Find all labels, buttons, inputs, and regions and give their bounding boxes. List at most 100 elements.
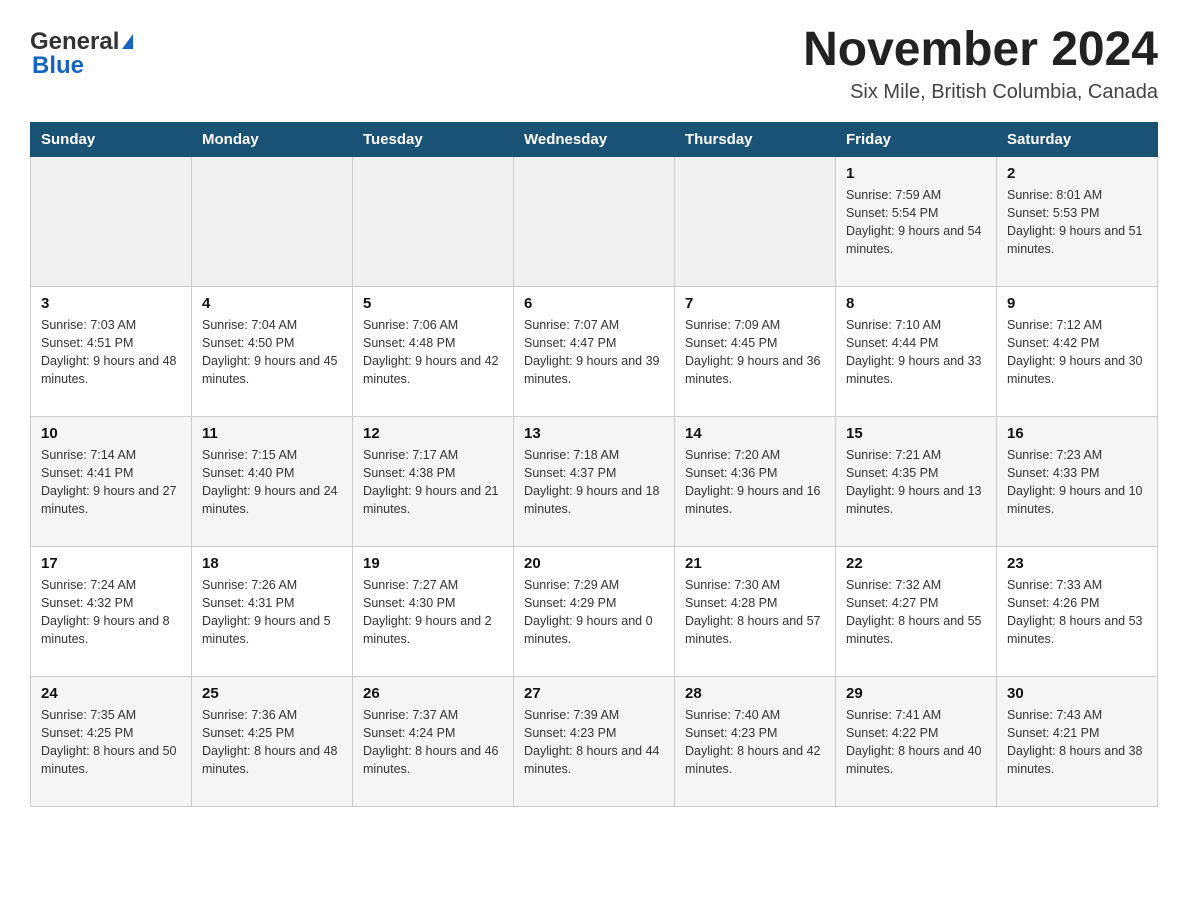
day-number: 24 — [41, 685, 181, 702]
calendar-cell: 24Sunrise: 7:35 AMSunset: 4:25 PMDayligh… — [31, 676, 192, 806]
day-info: Sunrise: 7:43 AMSunset: 4:21 PMDaylight:… — [1007, 706, 1147, 779]
calendar-cell: 17Sunrise: 7:24 AMSunset: 4:32 PMDayligh… — [31, 546, 192, 676]
calendar-cell: 9Sunrise: 7:12 AMSunset: 4:42 PMDaylight… — [997, 286, 1158, 416]
day-number: 12 — [363, 425, 503, 442]
calendar-cell: 14Sunrise: 7:20 AMSunset: 4:36 PMDayligh… — [675, 416, 836, 546]
day-number: 28 — [685, 685, 825, 702]
calendar-cell: 3 Sunrise: 7:03 AMSunset: 4:51 PMDaylight… — [31, 286, 192, 416]
logo-blue-text: Blue — [32, 52, 84, 80]
day-info: Sunrise: 7:15 AMSunset: 4:40 PMDaylight:… — [202, 446, 342, 519]
day-number: 8 — [846, 295, 986, 312]
calendar-cell: 26Sunrise: 7:37 AMSunset: 4:24 PMDayligh… — [353, 676, 514, 806]
weekday-header-wednesday: Wednesday — [514, 122, 675, 156]
calendar-cell: 7 Sunrise: 7:09 AMSunset: 4:45 PMDaylight… — [675, 286, 836, 416]
day-info: Sunrise: 7:17 AMSunset: 4:38 PMDaylight:… — [363, 446, 503, 519]
calendar-cell: 8 Sunrise: 7:10 AMSunset: 4:44 PMDaylight… — [836, 286, 997, 416]
calendar-cell: 23Sunrise: 7:33 AMSunset: 4:26 PMDayligh… — [997, 546, 1158, 676]
calendar-week-3: 10 Sunrise: 7:14 AMSunset: 4:41 PMDayligh… — [31, 416, 1158, 546]
weekday-header-friday: Friday — [836, 122, 997, 156]
day-info: Sunrise: 7:37 AMSunset: 4:24 PMDaylight:… — [363, 706, 503, 779]
day-number: 22 — [846, 555, 986, 572]
calendar-cell: 13 Sunrise: 7:18 AMSunset: 4:37 PMDayligh… — [514, 416, 675, 546]
day-number: 23 — [1007, 555, 1147, 572]
calendar-cell — [353, 156, 514, 286]
day-number: 19 — [363, 555, 503, 572]
calendar-cell: 29Sunrise: 7:41 AMSunset: 4:22 PMDayligh… — [836, 676, 997, 806]
day-info: Sunrise: 7:06 AMSunset: 4:48 PMDaylight:… — [363, 316, 503, 389]
day-number: 30 — [1007, 685, 1147, 702]
day-number: 6 — [524, 295, 664, 312]
weekday-header-row: SundayMondayTuesdayWednesdayThursdayFrid… — [31, 122, 1158, 156]
day-number: 7 — [685, 295, 825, 312]
day-number: 15 — [846, 425, 986, 442]
day-info: Sunrise: 7:07 AMSunset: 4:47 PMDaylight:… — [524, 316, 664, 389]
weekday-header-thursday: Thursday — [675, 122, 836, 156]
calendar-cell: 16 Sunrise: 7:23 AMSunset: 4:33 PMDayligh… — [997, 416, 1158, 546]
logo: General Blue — [30, 24, 133, 80]
day-info: Sunrise: 7:14 AMSunset: 4:41 PMDaylight:… — [41, 446, 181, 519]
day-info: Sunrise: 7:40 AMSunset: 4:23 PMDaylight:… — [685, 706, 825, 779]
calendar-cell: 30 Sunrise: 7:43 AMSunset: 4:21 PMDayligh… — [997, 676, 1158, 806]
calendar-cell: 10 Sunrise: 7:14 AMSunset: 4:41 PMDayligh… — [31, 416, 192, 546]
calendar-cell: 6 Sunrise: 7:07 AMSunset: 4:47 PMDaylight… — [514, 286, 675, 416]
day-number: 2 — [1007, 165, 1147, 182]
calendar-cell: 18 Sunrise: 7:26 AMSunset: 4:31 PMDayligh… — [192, 546, 353, 676]
day-number: 25 — [202, 685, 342, 702]
day-info: Sunrise: 7:10 AMSunset: 4:44 PMDaylight:… — [846, 316, 986, 389]
title-block: November 2024 Six Mile, British Columbia… — [803, 24, 1158, 104]
calendar-cell — [514, 156, 675, 286]
day-number: 11 — [202, 425, 342, 442]
day-info: Sunrise: 7:27 AMSunset: 4:30 PMDaylight:… — [363, 576, 503, 649]
calendar-cell: 4 Sunrise: 7:04 AMSunset: 4:50 PMDaylight… — [192, 286, 353, 416]
location-subtitle: Six Mile, British Columbia, Canada — [803, 81, 1158, 104]
day-number: 10 — [41, 425, 181, 442]
day-number: 3 — [41, 295, 181, 312]
day-number: 16 — [1007, 425, 1147, 442]
day-info: Sunrise: 7:39 AMSunset: 4:23 PMDaylight:… — [524, 706, 664, 779]
calendar-cell: 15 Sunrise: 7:21 AMSunset: 4:35 PMDayligh… — [836, 416, 997, 546]
day-info: Sunrise: 7:30 AMSunset: 4:28 PMDaylight:… — [685, 576, 825, 649]
day-info: Sunrise: 7:29 AMSunset: 4:29 PMDaylight:… — [524, 576, 664, 649]
day-number: 13 — [524, 425, 664, 442]
calendar-cell: 5 Sunrise: 7:06 AMSunset: 4:48 PMDaylight… — [353, 286, 514, 416]
day-number: 4 — [202, 295, 342, 312]
day-info: Sunrise: 7:04 AMSunset: 4:50 PMDaylight:… — [202, 316, 342, 389]
calendar-cell: 11 Sunrise: 7:15 AMSunset: 4:40 PMDayligh… — [192, 416, 353, 546]
day-info: Sunrise: 7:03 AMSunset: 4:51 PMDaylight:… — [41, 316, 181, 389]
calendar-week-1: 1Sunrise: 7:59 AMSunset: 5:54 PMDaylight… — [31, 156, 1158, 286]
calendar-cell: 12 Sunrise: 7:17 AMSunset: 4:38 PMDayligh… — [353, 416, 514, 546]
day-number: 1 — [846, 165, 986, 182]
calendar-cell — [675, 156, 836, 286]
day-info: Sunrise: 8:01 AMSunset: 5:53 PMDaylight:… — [1007, 186, 1147, 259]
calendar-week-5: 24Sunrise: 7:35 AMSunset: 4:25 PMDayligh… — [31, 676, 1158, 806]
day-info: Sunrise: 7:26 AMSunset: 4:31 PMDaylight:… — [202, 576, 342, 649]
calendar-week-2: 3 Sunrise: 7:03 AMSunset: 4:51 PMDaylight… — [31, 286, 1158, 416]
calendar-table: SundayMondayTuesdayWednesdayThursdayFrid… — [30, 122, 1158, 807]
day-number: 9 — [1007, 295, 1147, 312]
weekday-header-sunday: Sunday — [31, 122, 192, 156]
day-number: 27 — [524, 685, 664, 702]
calendar-cell: 27 Sunrise: 7:39 AMSunset: 4:23 PMDayligh… — [514, 676, 675, 806]
day-info: Sunrise: 7:09 AMSunset: 4:45 PMDaylight:… — [685, 316, 825, 389]
day-info: Sunrise: 7:18 AMSunset: 4:37 PMDaylight:… — [524, 446, 664, 519]
day-info: Sunrise: 7:21 AMSunset: 4:35 PMDaylight:… — [846, 446, 986, 519]
calendar-week-4: 17Sunrise: 7:24 AMSunset: 4:32 PMDayligh… — [31, 546, 1158, 676]
day-number: 20 — [524, 555, 664, 572]
day-info: Sunrise: 7:23 AMSunset: 4:33 PMDaylight:… — [1007, 446, 1147, 519]
weekday-header-monday: Monday — [192, 122, 353, 156]
day-info: Sunrise: 7:24 AMSunset: 4:32 PMDaylight:… — [41, 576, 181, 649]
page-header: General Blue November 2024 Six Mile, Bri… — [30, 24, 1158, 104]
month-year-title: November 2024 — [803, 24, 1158, 77]
calendar-cell: 21Sunrise: 7:30 AMSunset: 4:28 PMDayligh… — [675, 546, 836, 676]
day-number: 5 — [363, 295, 503, 312]
calendar-cell: 22 Sunrise: 7:32 AMSunset: 4:27 PMDayligh… — [836, 546, 997, 676]
weekday-header-tuesday: Tuesday — [353, 122, 514, 156]
day-number: 18 — [202, 555, 342, 572]
day-info: Sunrise: 7:32 AMSunset: 4:27 PMDaylight:… — [846, 576, 986, 649]
calendar-cell — [31, 156, 192, 286]
calendar-cell: 25 Sunrise: 7:36 AMSunset: 4:25 PMDayligh… — [192, 676, 353, 806]
day-info: Sunrise: 7:36 AMSunset: 4:25 PMDaylight:… — [202, 706, 342, 779]
weekday-header-saturday: Saturday — [997, 122, 1158, 156]
calendar-cell — [192, 156, 353, 286]
calendar-cell: 28 Sunrise: 7:40 AMSunset: 4:23 PMDayligh… — [675, 676, 836, 806]
